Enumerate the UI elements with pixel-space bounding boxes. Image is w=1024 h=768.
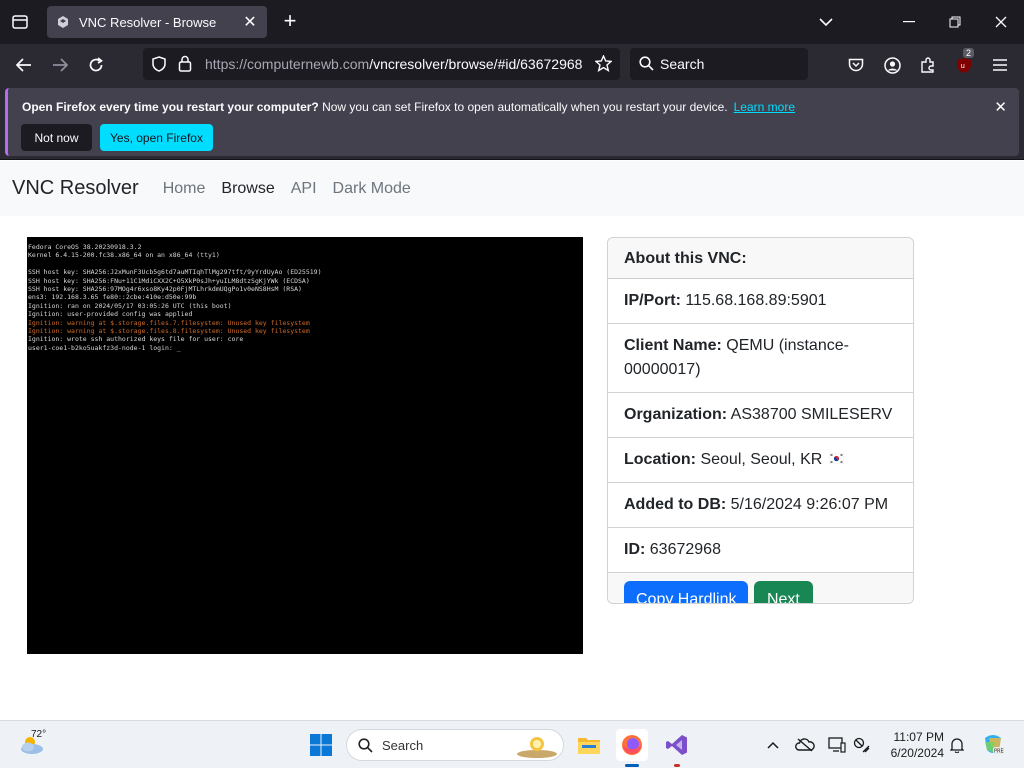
terminal-line: Ignition: warning at $.storage.files.8.f… [28,327,310,336]
search-icon [639,56,654,76]
back-arrow-icon[interactable] [11,52,37,78]
visual-studio-icon[interactable] [661,729,693,761]
terminal-line: SSH host key: SHA256:FNu+11C1MdiCXX2C+O5… [28,276,310,285]
terminal-line: Ignition: ran on 2024/05/17 03:05:26 UTC… [28,301,232,310]
card-header: About this VNC: [608,238,913,279]
system-clock[interactable]: 11:07 PM 6/20/2024 [880,729,944,761]
file-explorer-icon[interactable] [573,729,605,761]
vnc-info-card: About this VNC: IP/Port: 115.68.168.89:5… [607,237,914,604]
forward-arrow-icon[interactable] [47,52,73,78]
bookmark-star-icon[interactable] [594,54,613,77]
not-now-button[interactable]: Not now [21,124,92,151]
nav-link-dark-mode[interactable]: Dark Mode [333,180,411,198]
extensions-puzzle-icon[interactable] [915,52,941,78]
next-button[interactable]: Next [753,581,813,603]
site-navbar: VNC Resolver Home Browse API Dark Mode [0,161,1024,216]
tab-title: VNC Resolver - Browse [79,14,217,30]
ip-port-row: IP/Port: 115.68.168.89:5901 [608,279,913,324]
id-row: ID: 63672968 [608,528,913,574]
added-to-db-row: Added to DB: 5/16/2024 9:26:07 PM [608,483,913,529]
extension-badge: 2 [963,48,975,58]
url-text[interactable]: https://computernewb.com/vncresolver/bro… [205,56,582,72]
site-brand[interactable]: VNC Resolver [12,177,139,200]
running-app-indicator [674,764,680,767]
windows-taskbar: 72° Search 11:07 PM 6/20/2024 PRE [0,720,1024,768]
minimize-button[interactable] [886,0,932,44]
account-icon[interactable] [879,52,905,78]
restore-button[interactable] [932,0,978,44]
korea-flag-icon [828,448,844,472]
terminal-line: Ignition: wrote ssh authorized keys file… [28,335,244,344]
search-placeholder: Search [660,56,705,72]
tab-overflow-chevron-icon[interactable] [814,10,838,34]
nav-link-browse[interactable]: Browse [221,180,274,198]
terminal-line: user1-coe1-b2ko5uakfz3d-node-1 login: _ [28,343,181,352]
new-tab-button[interactable]: + [278,10,302,34]
address-bar[interactable]: https://computernewb.com/vncresolver/bro… [143,48,620,80]
terminal-line: Ignition: warning at $.storage.files.7.f… [28,318,310,327]
clock-time: 11:07 PM [893,730,944,744]
hamburger-menu-icon[interactable] [987,52,1013,78]
reload-icon[interactable] [83,52,109,78]
firefox-taskbar-icon[interactable] [616,729,648,761]
nav-link-home[interactable]: Home [163,180,206,198]
active-app-indicator [625,764,639,767]
network-status-icon[interactable] [852,735,872,755]
display-icon[interactable] [827,735,847,755]
close-notification-icon[interactable]: ✕ [994,98,1007,116]
terminal-line: SSH host key: SHA256:J2xMunF3Ucb5g6td7au… [28,268,322,277]
card-footer: Copy Hardlink Next [608,573,913,603]
location-row: Location: Seoul, Seoul, KR [608,438,913,484]
pocket-icon[interactable] [843,52,869,78]
svg-text:PRE: PRE [994,749,1004,755]
learn-more-link[interactable]: Learn more [734,100,795,114]
windows-start-icon[interactable] [309,733,333,757]
notification-bar: Open Firefox every time you restart your… [0,85,1024,160]
active-tab[interactable]: VNC Resolver - Browse ✕ [47,6,267,38]
svg-text:u: u [961,62,965,70]
terminal-line: Ignition: user-provided config was appli… [28,310,193,319]
close-window-button[interactable] [978,0,1024,44]
tab-favicon-icon [55,14,71,30]
terminal-line: Kernel 6.4.15-200.fc38.x86_64 on an x86_… [28,251,220,260]
taskbar-search-label: Search [382,738,424,753]
copilot-icon[interactable]: PRE [980,731,1006,757]
search-bar[interactable]: Search [630,48,808,80]
tab-close-icon[interactable]: ✕ [241,13,259,31]
nav-link-api[interactable]: API [291,180,317,198]
client-name-row: Client Name: QEMU (instance-00000017) [608,324,913,393]
search-highlight-icon [515,732,559,763]
yes-open-firefox-button[interactable]: Yes, open Firefox [100,124,213,151]
taskbar-search-icon [358,738,373,758]
ublock-origin-icon[interactable]: u 2 [951,48,977,78]
show-hidden-icons-chevron-icon[interactable] [763,735,783,755]
onedrive-offline-icon[interactable] [795,735,815,755]
organization-row: Organization: AS38700 SMILESERV [608,393,913,438]
notification-message: Open Firefox every time you restart your… [22,100,795,114]
notification-bell-icon[interactable] [947,735,967,755]
terminal-line: Fedora CoreOS 38.20230918.3.2 [28,243,142,251]
tracking-protection-shield-icon[interactable] [151,56,167,77]
terminal-line: SSH host key: SHA256:97MOg4r6xso8Ky42p0F… [28,285,302,294]
terminal-line: ens3: 192.168.3.65 fe80::2cbe:410e:d50e:… [28,293,197,302]
clock-date: 6/20/2024 [890,746,944,760]
vnc-screenshot: Fedora CoreOS 38.20230918.3.2 Kernel 6.4.… [27,237,583,654]
browser-navigation-bar: https://computernewb.com/vncresolver/bro… [0,44,1024,85]
list-all-tabs-icon[interactable] [8,10,32,34]
copy-hardlink-button[interactable]: Copy Hardlink [624,581,749,603]
taskbar-search-box[interactable]: Search [346,729,564,761]
browser-tab-bar: VNC Resolver - Browse ✕ + [0,0,1024,44]
lock-icon[interactable] [178,55,192,77]
weather-temperature: 72° [31,729,47,740]
terminal-output: Fedora CoreOS 38.20230918.3.2 Kernel 6.4.… [27,237,583,352]
